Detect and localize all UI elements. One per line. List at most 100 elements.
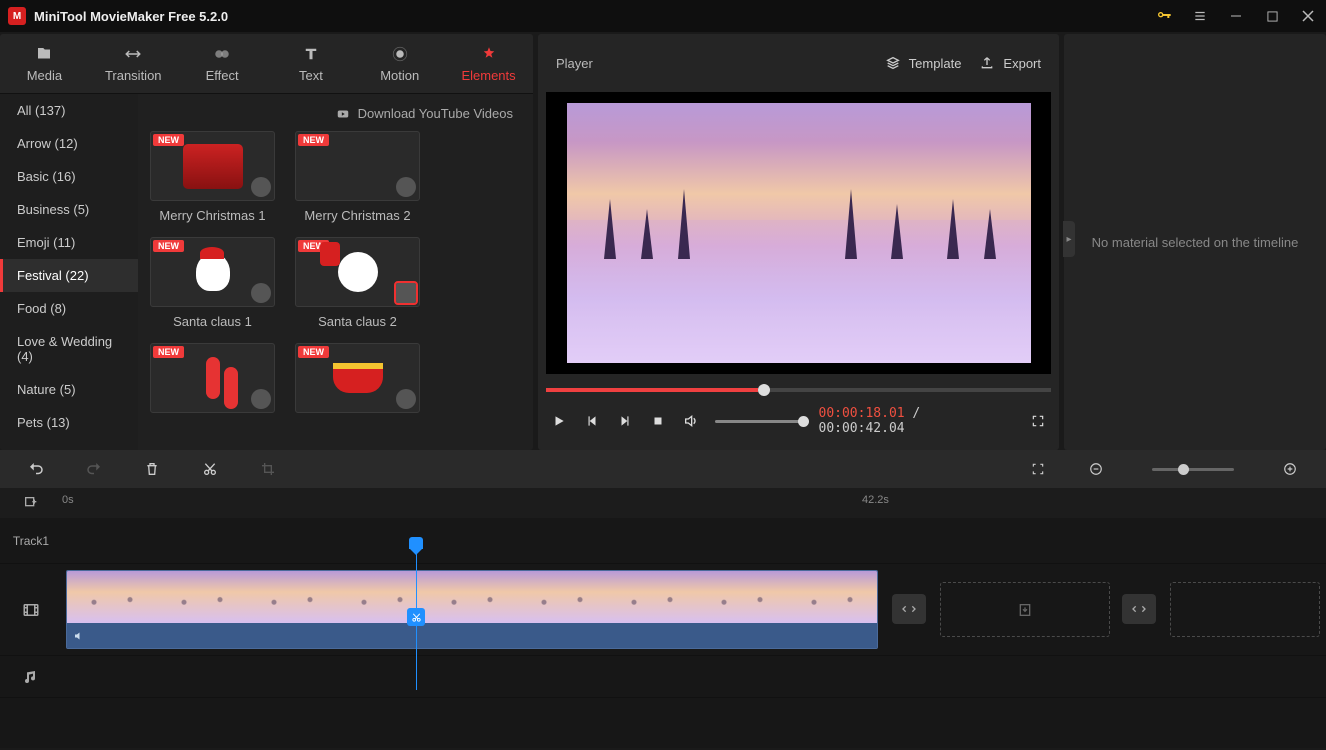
time-display: 00:00:18.01 / 00:00:42.04 [819, 406, 1004, 436]
volume-icon[interactable] [682, 412, 699, 430]
category-item[interactable]: Basic (16) [0, 160, 138, 193]
new-badge: NEW [298, 346, 329, 358]
toolbox-panel: Media Transition Effect Text Motion Elem… [0, 34, 533, 450]
app-title: MiniTool MovieMaker Free 5.2.0 [34, 9, 228, 24]
zoom-in-button[interactable] [1280, 459, 1300, 479]
category-list[interactable]: All (137)Arrow (12)Basic (16)Business (5… [0, 94, 138, 450]
download-youtube-label: Download YouTube Videos [358, 106, 513, 121]
tab-effect-label: Effect [206, 68, 239, 83]
player-label: Player [556, 56, 867, 71]
app-logo: M [8, 7, 26, 25]
tab-text[interactable]: Text [266, 34, 355, 93]
video-track-row [0, 564, 1326, 656]
next-button[interactable] [616, 412, 633, 430]
category-item[interactable]: Props (20) [0, 439, 138, 450]
template-label: Template [909, 56, 962, 71]
delete-button[interactable] [142, 459, 162, 479]
zoom-out-button[interactable] [1086, 459, 1106, 479]
edit-toolbar [0, 450, 1326, 488]
crop-button[interactable] [258, 459, 278, 479]
stop-button[interactable] [649, 412, 666, 430]
transition-slot-1[interactable] [892, 594, 926, 624]
ruler-end: 42.2s [862, 494, 889, 506]
minimize-button[interactable] [1218, 0, 1254, 32]
element-thumb[interactable]: NEW [295, 131, 420, 201]
track1-label: Track1 [0, 534, 62, 548]
new-badge: NEW [298, 134, 329, 146]
cut-button[interactable] [200, 459, 220, 479]
template-button[interactable]: Template [885, 55, 962, 71]
playhead-cut-icon[interactable] [407, 608, 425, 626]
element-thumb[interactable]: NEW [295, 343, 420, 413]
tab-transition-label: Transition [105, 68, 162, 83]
download-icon[interactable] [251, 177, 271, 197]
tracks-area[interactable]: Track1 [0, 518, 1326, 748]
download-icon[interactable] [396, 283, 416, 303]
inspector-toggle[interactable]: ▸ [1063, 221, 1075, 257]
tab-elements-label: Elements [461, 68, 515, 83]
preview-area [546, 92, 1051, 374]
new-badge: NEW [153, 346, 184, 358]
media-slot-2[interactable] [1170, 582, 1320, 637]
export-button[interactable]: Export [979, 55, 1041, 71]
category-item[interactable]: Nature (5) [0, 373, 138, 406]
tab-motion[interactable]: Motion [355, 34, 444, 93]
redo-button[interactable] [84, 459, 104, 479]
title-bar: M MiniTool MovieMaker Free 5.2.0 [0, 0, 1326, 32]
download-youtube-link[interactable]: Download YouTube Videos [150, 104, 521, 131]
category-item[interactable]: Arrow (12) [0, 127, 138, 160]
key-icon[interactable] [1146, 0, 1182, 32]
element-thumb[interactable]: NEW [150, 237, 275, 307]
inspector-message: No material selected on the timeline [1092, 235, 1299, 250]
category-item[interactable]: Business (5) [0, 193, 138, 226]
element-label: Santa claus 2 [295, 307, 420, 338]
category-item[interactable]: Festival (22) [0, 259, 138, 292]
transition-slot-2[interactable] [1122, 594, 1156, 624]
media-slot[interactable] [940, 582, 1110, 637]
total-time: 00:00:42.04 [819, 421, 905, 436]
inspector-panel: ▸ No material selected on the timeline [1064, 34, 1326, 450]
tab-elements[interactable]: Elements [444, 34, 533, 93]
fullscreen-button[interactable] [1030, 412, 1047, 430]
element-label: Merry Christmas 1 [150, 201, 275, 232]
category-item[interactable]: Food (8) [0, 292, 138, 325]
track-row-1: Track1 [0, 518, 1326, 564]
tab-effect[interactable]: Effect [178, 34, 267, 93]
category-item[interactable]: Emoji (11) [0, 226, 138, 259]
video-clip[interactable] [66, 570, 878, 649]
add-track-button[interactable] [0, 495, 62, 511]
download-icon[interactable] [396, 177, 416, 197]
element-label: Merry Christmas 2 [295, 201, 420, 232]
playhead[interactable] [416, 543, 417, 690]
element-thumb[interactable]: NEW [150, 131, 275, 201]
ruler-zero: 0s [62, 494, 74, 506]
volume-slider[interactable] [715, 420, 802, 423]
tab-media[interactable]: Media [0, 34, 89, 93]
tool-tabs: Media Transition Effect Text Motion Elem… [0, 34, 533, 94]
play-button[interactable] [550, 412, 567, 430]
download-icon[interactable] [251, 389, 271, 409]
tab-media-label: Media [27, 68, 62, 83]
time-ruler[interactable]: 0s 42.2s [0, 488, 1326, 518]
progress-bar[interactable] [546, 388, 1051, 392]
element-thumb[interactable]: NEW [150, 343, 275, 413]
audio-track-icon [0, 669, 62, 685]
download-icon[interactable] [251, 283, 271, 303]
undo-button[interactable] [26, 459, 46, 479]
prev-button[interactable] [583, 412, 600, 430]
fit-button[interactable] [1028, 459, 1048, 479]
tab-motion-label: Motion [380, 68, 419, 83]
close-button[interactable] [1290, 0, 1326, 32]
zoom-slider[interactable] [1152, 468, 1234, 471]
download-icon[interactable] [396, 389, 416, 409]
tab-transition[interactable]: Transition [89, 34, 178, 93]
menu-icon[interactable] [1182, 0, 1218, 32]
elements-grid: Download YouTube Videos NEWMerry Christm… [138, 94, 533, 450]
category-item[interactable]: Pets (13) [0, 406, 138, 439]
export-label: Export [1003, 56, 1041, 71]
category-item[interactable]: All (137) [0, 94, 138, 127]
maximize-button[interactable] [1254, 0, 1290, 32]
element-label: Santa claus 1 [150, 307, 275, 338]
element-thumb[interactable]: NEW [295, 237, 420, 307]
category-item[interactable]: Love & Wedding (4) [0, 325, 138, 373]
